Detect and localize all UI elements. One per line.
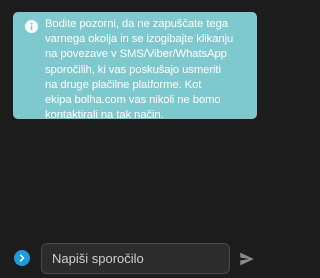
message-composer — [0, 236, 270, 278]
notice-line: varnega okolja in se izogibajte klikanju — [45, 33, 234, 46]
safety-notice: Bodite pozorni, da ne zapuščate tega var… — [13, 12, 257, 121]
safety-notice-text: Bodite pozorni, da ne zapuščate tega var… — [45, 17, 249, 123]
send-icon[interactable] — [238, 250, 256, 268]
chevron-right-icon — [19, 254, 25, 262]
info-icon — [25, 20, 38, 33]
notice-line: ekipa bolha.com vas nikoli ne bomo — [45, 94, 221, 107]
notice-line: sporočilih, ki vas poskušajo usmeriti — [45, 63, 221, 76]
message-input[interactable] — [41, 243, 230, 274]
notice-line: kontaktirali na tak način. — [45, 109, 164, 122]
expand-button[interactable] — [14, 250, 30, 266]
notice-line: na povezave v SMS/Viber/WhatsApp — [45, 48, 227, 61]
notice-line: Bodite pozorni, da ne zapuščate tega — [45, 18, 228, 30]
notice-line: na druge plačilne platforme. Kot — [45, 78, 202, 91]
chat-screen: Bodite pozorni, da ne zapuščate tega var… — [0, 0, 270, 278]
